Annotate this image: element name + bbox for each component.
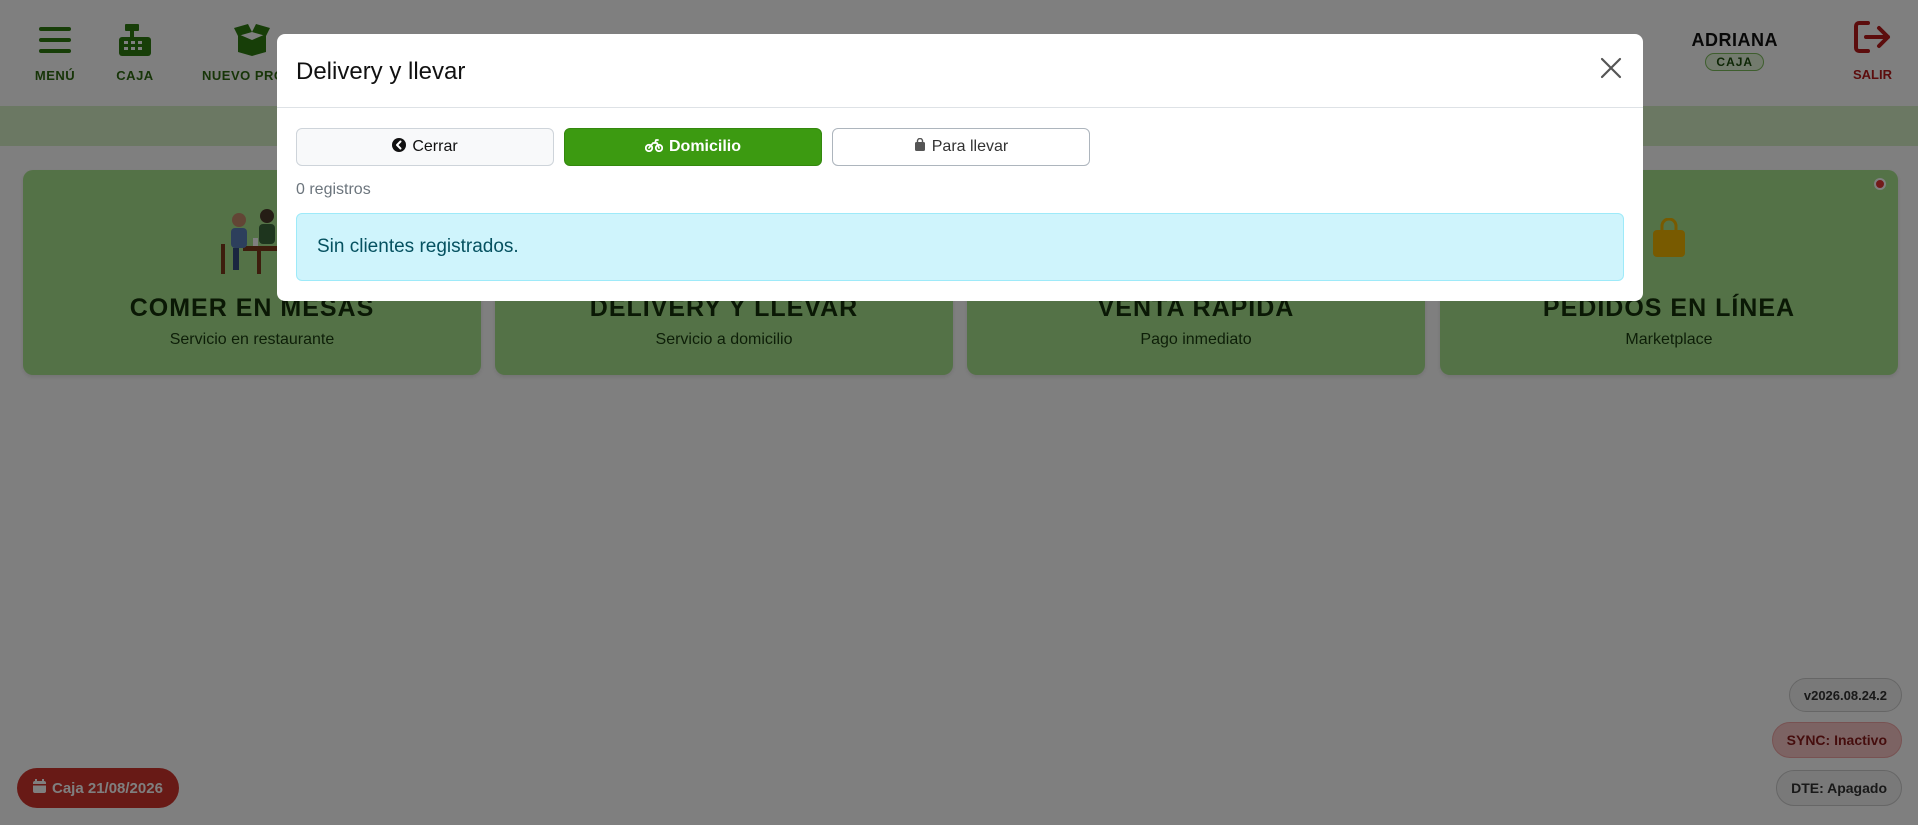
empty-clients-alert: Sin clientes registrados. bbox=[296, 213, 1624, 281]
close-modal-label: Cerrar bbox=[412, 138, 458, 155]
delivery-label: Domicilio bbox=[668, 138, 741, 155]
record-count: 0 registros bbox=[296, 181, 371, 198]
close-icon bbox=[1600, 57, 1622, 84]
arrow-left-circle-icon bbox=[392, 137, 407, 157]
motorcycle-icon bbox=[644, 138, 664, 157]
delivery-modal: Delivery y llevar Cerrar Domicilio Para … bbox=[277, 34, 1643, 301]
close-modal-button[interactable]: Cerrar bbox=[296, 128, 554, 166]
shopping-bag-icon bbox=[914, 137, 926, 156]
modal-title: Delivery y llevar bbox=[296, 58, 466, 85]
takeaway-label: Para llevar bbox=[931, 138, 1009, 155]
takeaway-button[interactable]: Para llevar bbox=[832, 128, 1090, 166]
modal-button-row: Cerrar Domicilio Para llevar bbox=[296, 128, 1090, 166]
delivery-button[interactable]: Domicilio bbox=[564, 128, 822, 166]
modal-close-button[interactable] bbox=[1597, 56, 1625, 84]
modal-header: Delivery y llevar bbox=[277, 34, 1643, 108]
